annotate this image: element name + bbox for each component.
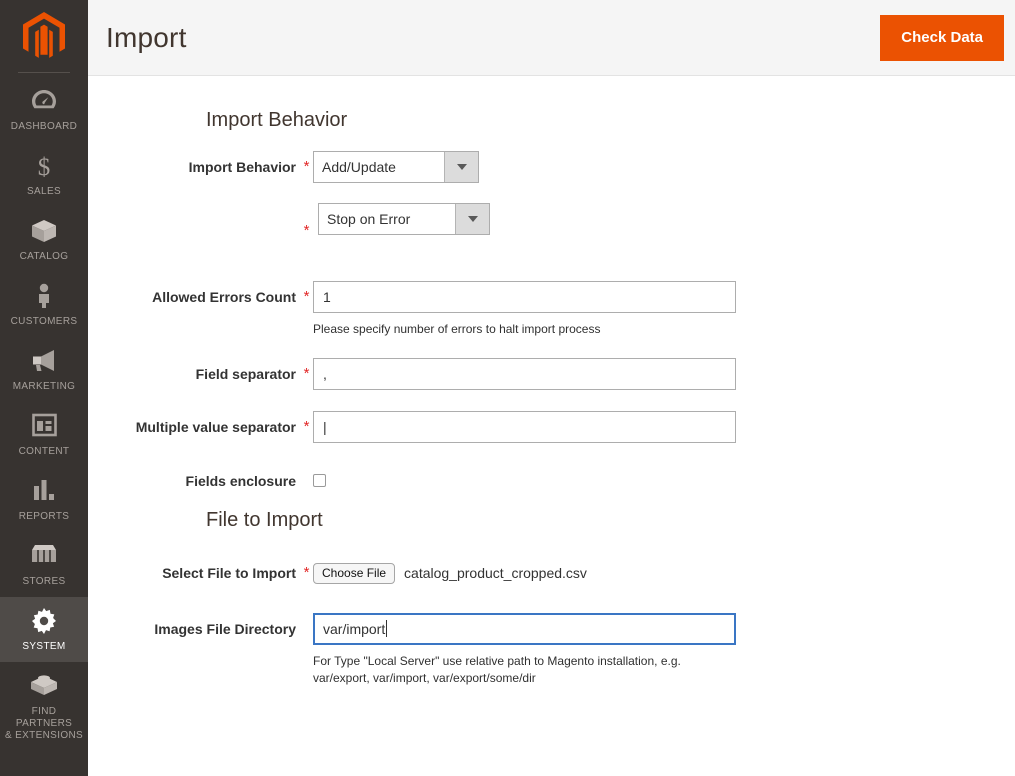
sidebar-item-system[interactable]: SYSTEM (0, 597, 88, 662)
field-allowed-errors-count: Allowed Errors Count * 1 Please specify … (88, 281, 1015, 338)
dollar-icon: $ (2, 153, 86, 179)
page-header: Import Check Data (88, 0, 1015, 76)
admin-sidebar: DASHBOARD $ SALES CATALOG CUSTOMERS MARK… (0, 0, 88, 776)
sidebar-item-customers[interactable]: CUSTOMERS (0, 272, 88, 337)
required-marker: * (303, 365, 310, 382)
field-separator-value: , (323, 366, 327, 382)
sidebar-item-label: STORES (22, 576, 66, 587)
required-marker: * (303, 564, 310, 581)
field-field-separator: Field separator * , (88, 358, 1015, 390)
required-marker: * (303, 158, 310, 175)
extension-icon (2, 673, 86, 699)
allowed-errors-count-input[interactable]: 1 (313, 281, 736, 313)
sidebar-item-label: FIND PARTNERS & EXTENSIONS (4, 706, 84, 741)
bar-chart-icon (2, 478, 86, 504)
field-label-multiple-value-separator: Multiple value separator (135, 419, 296, 435)
field-import-behavior: Import Behavior * Add/Update (88, 151, 1015, 183)
import-behavior-select[interactable]: Add/Update (313, 151, 479, 183)
sidebar-item-sales[interactable]: $ SALES (0, 142, 88, 207)
images-file-directory-hint: For Type "Local Server" use relative pat… (313, 654, 681, 685)
multiple-value-separator-input[interactable]: | (313, 411, 736, 443)
sidebar-item-label: CUSTOMERS (10, 316, 78, 327)
sidebar-item-reports[interactable]: REPORTS (0, 467, 88, 532)
sidebar-item-label: DASHBOARD (10, 121, 78, 132)
field-separator-input[interactable]: , (313, 358, 736, 390)
chevron-down-icon (455, 204, 489, 234)
main-area: Import Check Data Import Behavior Import… (88, 0, 1015, 776)
gauge-icon (2, 88, 86, 114)
allowed-errors-count-value: 1 (323, 289, 331, 305)
field-label-import-behavior: Import Behavior (188, 159, 296, 175)
check-data-button[interactable]: Check Data (880, 15, 1004, 61)
text-caret (386, 620, 388, 637)
selected-filename: catalog_product_cropped.csv (404, 565, 587, 581)
section-title-file-to-import: File to Import (206, 509, 323, 531)
sidebar-item-label: REPORTS (18, 511, 70, 522)
field-label-select-file-to-import: Select File to Import (162, 565, 296, 581)
multiple-value-separator-value: | (323, 419, 327, 435)
import-behavior-select-value: Add/Update (322, 159, 396, 175)
images-file-directory-value: var/import (323, 621, 386, 637)
fields-enclosure-checkbox[interactable] (313, 474, 326, 487)
images-file-directory-input[interactable]: var/import (313, 613, 736, 645)
chevron-down-icon (444, 152, 478, 182)
field-error-handling: * Stop on Error (88, 203, 1015, 259)
field-label-fields-enclosure: Fields enclosure (185, 473, 296, 489)
svg-text:$: $ (38, 154, 51, 179)
person-icon (2, 283, 86, 309)
field-images-file-directory: Images File Directory * var/import For T… (88, 613, 1015, 687)
storefront-icon (2, 543, 86, 569)
sidebar-item-dashboard[interactable]: DASHBOARD (0, 77, 88, 142)
sidebar-item-catalog[interactable]: CATALOG (0, 207, 88, 272)
section-title-import-behavior: Import Behavior (206, 109, 348, 131)
sidebar-item-label: CONTENT (18, 446, 70, 457)
sidebar-item-label: SALES (27, 186, 61, 197)
sidebar-item-content[interactable]: CONTENT (0, 402, 88, 467)
box-icon (2, 218, 86, 244)
field-select-file-to-import: Select File to Import * Choose File cata… (88, 557, 1015, 589)
field-multiple-value-separator: Multiple value separator * | (88, 411, 1015, 443)
sidebar-item-label: CATALOG (19, 251, 69, 262)
required-marker-placeholder: * (300, 613, 313, 645)
magento-logo[interactable] (0, 0, 88, 72)
allowed-errors-count-hint: Please specify number of errors to halt … (313, 322, 601, 336)
sidebar-item-label: MARKETING (12, 381, 76, 392)
required-marker-placeholder: * (300, 465, 313, 497)
gear-icon (2, 608, 86, 634)
sidebar-item-label: SYSTEM (22, 641, 66, 652)
required-marker: * (303, 222, 310, 239)
required-marker: * (303, 418, 310, 435)
page-content: Import Behavior Import Behavior * Add/Up… (88, 76, 1015, 687)
page-title: Import (106, 21, 187, 53)
field-fields-enclosure: Fields enclosure * (88, 465, 1015, 497)
sidebar-item-marketing[interactable]: MARKETING (0, 337, 88, 402)
sidebar-item-find-partners-extensions[interactable]: FIND PARTNERS & EXTENSIONS (0, 662, 88, 751)
error-handling-select-value: Stop on Error (327, 211, 411, 227)
field-label-field-separator: Field separator (195, 366, 296, 382)
megaphone-icon (2, 348, 86, 374)
choose-file-button[interactable]: Choose File (313, 562, 396, 584)
sidebar-divider (18, 72, 70, 73)
sidebar-item-stores[interactable]: STORES (0, 532, 88, 597)
required-marker: * (303, 288, 310, 305)
layout-icon (2, 413, 86, 439)
field-label-images-file-directory: Images File Directory (154, 621, 296, 637)
field-label-allowed-errors-count: Allowed Errors Count (152, 289, 296, 305)
error-handling-select[interactable]: Stop on Error (318, 203, 490, 235)
admin-page: DASHBOARD $ SALES CATALOG CUSTOMERS MARK… (0, 0, 1015, 776)
